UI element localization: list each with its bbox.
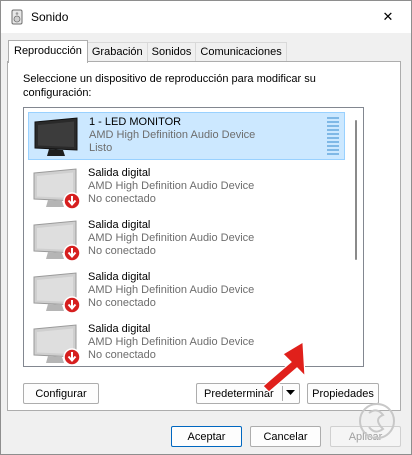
device-item-digital-output[interactable]: Salida digital AMD High Definition Audio… — [28, 216, 345, 264]
device-status: No conectado — [88, 349, 156, 361]
device-status: No conectado — [88, 245, 156, 257]
title-bar[interactable]: Sonido ✕ — [1, 1, 411, 33]
device-driver: AMD High Definition Audio Device — [88, 180, 255, 192]
monitor-disconnected-icon — [33, 272, 81, 314]
device-name: 1 - LED MONITOR — [89, 116, 182, 128]
device-name: Salida digital — [88, 323, 151, 335]
close-icon: ✕ — [382, 9, 394, 25]
configure-label: Configurar — [35, 387, 87, 400]
device-name: Salida digital — [88, 167, 151, 179]
monitor-disconnected-icon — [33, 324, 81, 366]
ok-button[interactable]: Aceptar — [171, 426, 242, 447]
device-driver: AMD High Definition Audio Device — [88, 284, 255, 296]
device-item-digital-output[interactable]: Salida digital AMD High Definition Audio… — [28, 268, 345, 316]
apply-label: Aplicar — [348, 430, 383, 443]
monitor-disconnected-icon — [33, 220, 81, 262]
device-driver: AMD High Definition Audio Device — [89, 129, 256, 141]
ok-label: Aceptar — [187, 430, 226, 443]
tab-playback[interactable]: Reproducción — [8, 40, 88, 63]
playback-device-list[interactable]: 1 - LED MONITOR AMD High Definition Audi… — [23, 107, 364, 367]
close-button[interactable]: ✕ — [369, 3, 407, 31]
device-status: Listo — [89, 142, 113, 154]
sound-dialog: Sonido ✕ Reproducción Grabación Sonidos … — [0, 0, 412, 455]
properties-label: Propiedades — [312, 387, 374, 400]
device-item-led-monitor[interactable]: 1 - LED MONITOR AMD High Definition Audi… — [28, 112, 345, 160]
window-title: Sonido — [31, 10, 69, 24]
instructions-text: Seleccione un dispositivo de reproducció… — [23, 73, 316, 99]
scrollbar-thumb[interactable] — [355, 120, 357, 260]
device-name: Salida digital — [88, 219, 151, 231]
vertical-scrollbar[interactable] — [351, 110, 361, 364]
device-item-digital-output[interactable]: Salida digital AMD High Definition Audio… — [28, 164, 345, 212]
cancel-label: Cancelar — [263, 430, 308, 443]
tab-sounds[interactable]: Sonidos — [146, 42, 197, 62]
set-default-label: Predeterminar — [204, 387, 274, 400]
device-status: No conectado — [88, 297, 156, 309]
monitor-disconnected-icon — [33, 168, 81, 210]
set-default-button[interactable]: Predeterminar — [196, 383, 300, 404]
properties-button[interactable]: Propiedades — [307, 383, 379, 404]
device-driver: AMD High Definition Audio Device — [88, 336, 255, 348]
configure-button[interactable]: Configurar — [23, 383, 99, 404]
chevron-down-icon[interactable] — [286, 390, 295, 396]
tab-recording[interactable]: Grabación — [86, 42, 148, 62]
dialog-client-area: Reproducción Grabación Sonidos Comunicac… — [1, 33, 411, 454]
tab-communications[interactable]: Comunicaciones — [195, 42, 287, 62]
device-status: No conectado — [88, 193, 156, 205]
cancel-button[interactable]: Cancelar — [250, 426, 321, 447]
split-divider — [282, 386, 283, 401]
playback-panel: Seleccione un dispositivo de reproducció… — [7, 61, 401, 411]
tab-strip: Reproducción Grabación Sonidos Comunicac… — [8, 40, 287, 63]
speaker-icon — [11, 9, 23, 25]
device-name: Salida digital — [88, 271, 151, 283]
device-item-digital-output[interactable]: Salida digital AMD High Definition Audio… — [28, 320, 345, 366]
apply-button[interactable]: Aplicar — [330, 426, 401, 447]
device-driver: AMD High Definition Audio Device — [88, 232, 255, 244]
monitor-icon — [34, 117, 78, 156]
volume-level-meter — [327, 117, 339, 155]
